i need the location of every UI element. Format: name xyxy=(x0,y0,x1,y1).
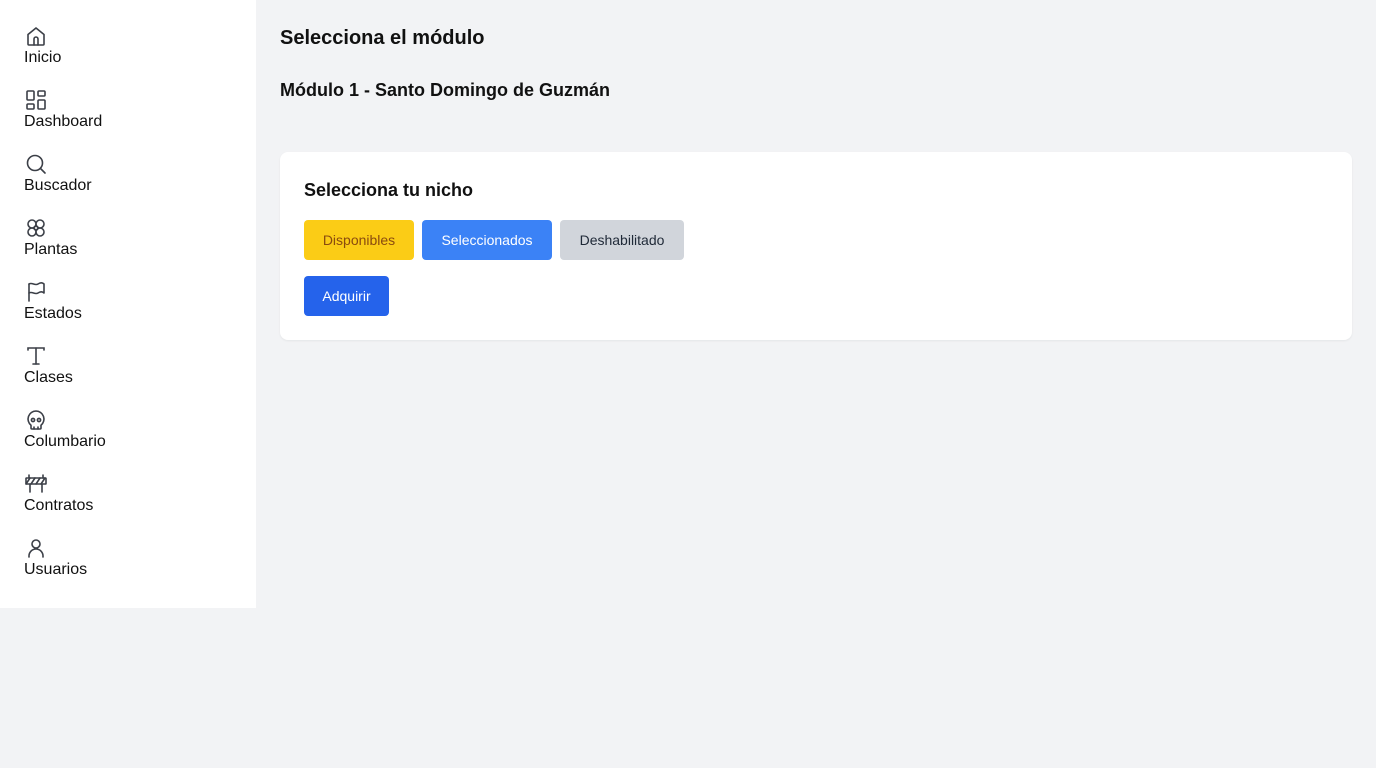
status-legend: Disponibles Seleccionados Deshabilitado xyxy=(304,220,684,260)
user-icon xyxy=(24,536,48,560)
app-layout: Inicio Dashboard Buscador Plantas Estado… xyxy=(0,0,1376,768)
search-icon xyxy=(24,152,48,176)
sidebar-item-label: Clases xyxy=(24,369,73,386)
page-title: Selecciona el módulo xyxy=(280,27,485,49)
disabled-button[interactable]: Deshabilitado xyxy=(560,220,684,260)
sidebar-item-label: Estados xyxy=(24,305,82,322)
dashboard-icon xyxy=(24,88,48,112)
niche-selection-card: Selecciona tu nicho Disponibles Seleccio… xyxy=(280,152,1352,340)
sidebar-item-contratos[interactable]: Contratos xyxy=(0,472,256,536)
sidebar-item-usuarios[interactable]: Usuarios xyxy=(0,536,256,600)
sidebar-item-buscador[interactable]: Buscador xyxy=(0,152,256,216)
sidebar-item-label: Contratos xyxy=(24,497,94,514)
sidebar-item-clases[interactable]: Clases xyxy=(0,344,256,408)
sidebar-item-dashboard[interactable]: Dashboard xyxy=(0,88,256,152)
sidebar-item-label: Columbario xyxy=(24,433,106,450)
barrier-icon xyxy=(24,472,48,496)
sidebar-item-columbario[interactable]: Columbario xyxy=(0,408,256,472)
sidebar-item-label: Plantas xyxy=(24,241,78,258)
sidebar-item-plantas[interactable]: Plantas xyxy=(0,216,256,280)
skull-icon xyxy=(24,408,48,432)
home-icon xyxy=(24,24,48,48)
selected-button[interactable]: Seleccionados xyxy=(422,220,552,260)
typography-icon xyxy=(24,344,48,368)
sidebar-item-estados[interactable]: Estados xyxy=(0,280,256,344)
sidebar-item-label: Dashboard xyxy=(24,113,103,130)
flag-icon xyxy=(24,280,48,304)
sidebar: Inicio Dashboard Buscador Plantas Estado… xyxy=(0,0,256,608)
acquire-button[interactable]: Adquirir xyxy=(304,276,389,316)
sidebar-item-label: Usuarios xyxy=(24,561,88,578)
available-button[interactable]: Disponibles xyxy=(304,220,414,260)
sidebar-item-label: Buscador xyxy=(24,177,92,194)
module-title: Módulo 1 - Santo Domingo de Guzmán xyxy=(280,80,610,100)
flower-icon xyxy=(24,216,48,240)
sidebar-item-inicio[interactable]: Inicio xyxy=(0,24,256,88)
card-title: Selecciona tu nicho xyxy=(304,180,474,200)
sidebar-item-label: Inicio xyxy=(24,49,62,66)
